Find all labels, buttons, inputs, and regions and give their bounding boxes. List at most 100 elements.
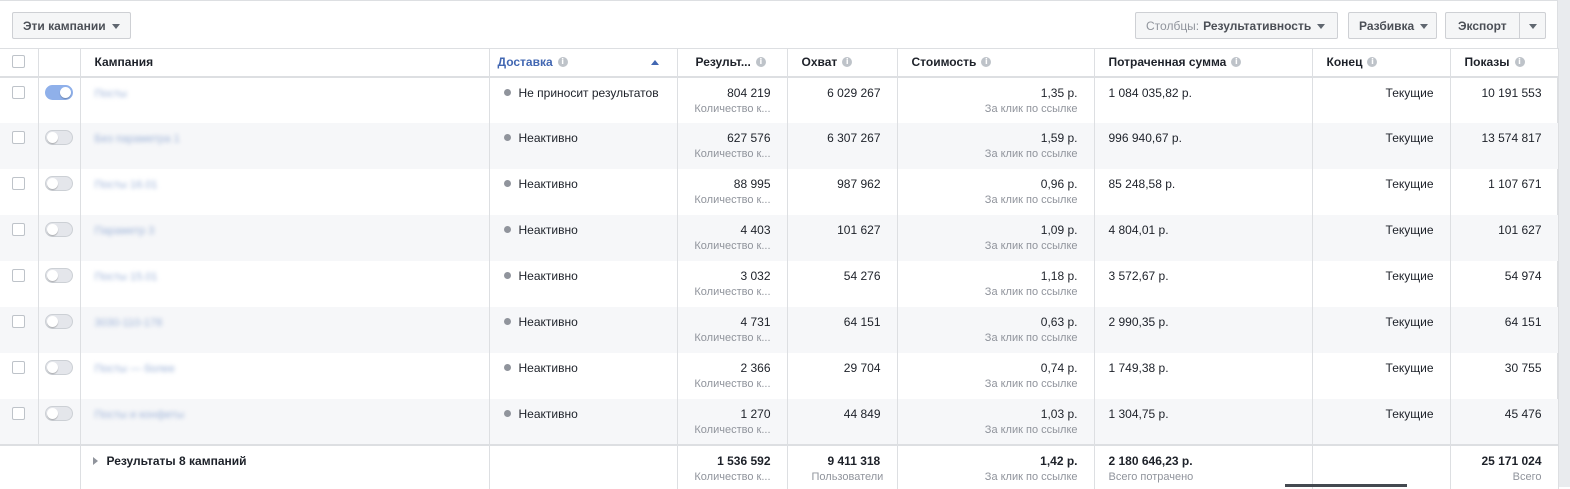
info-icon[interactable]: i	[842, 57, 853, 67]
column-header-label: Доставка	[497, 55, 553, 69]
row-select-cell	[0, 76, 39, 123]
results-cell: 2 366 Количество к...	[677, 352, 788, 399]
end-cell: Текущие	[1312, 122, 1451, 169]
results-sub: Количество к...	[694, 377, 771, 390]
end-cell: Текущие	[1312, 168, 1451, 215]
campaign-name-cell[interactable]: Параметр 3	[80, 214, 490, 261]
campaign-toggle[interactable]	[45, 84, 73, 100]
row-checkbox[interactable]	[12, 268, 26, 282]
row-checkbox[interactable]	[12, 130, 26, 144]
campaign-toggle[interactable]	[45, 313, 73, 329]
column-header-label: Конец	[1326, 55, 1363, 69]
row-checkbox[interactable]	[12, 406, 26, 420]
table-row[interactable]: Посты и конфеты Неактивно 1 270 Количество …	[0, 398, 1559, 445]
column-header-reach[interactable]: Охват i	[787, 48, 898, 78]
spent-value: 1 084 035,82 р.	[1108, 85, 1192, 100]
campaign-toggle[interactable]	[45, 359, 73, 375]
column-header-spent[interactable]: Потраченная сумма i	[1094, 48, 1313, 78]
expand-triangle-icon[interactable]	[92, 456, 98, 465]
end-value: Текущие	[1385, 85, 1434, 100]
sort-ascending-icon[interactable]	[650, 59, 659, 65]
info-icon[interactable]: i	[1367, 57, 1378, 67]
row-toggle-cell	[38, 398, 81, 445]
campaign-name-link[interactable]: 3030-110-178	[95, 317, 163, 329]
campaign-name-link[interactable]: Параметр 3	[95, 225, 155, 237]
campaign-name-link[interactable]: Посты — более	[95, 363, 175, 375]
table-row[interactable]: Посты 16.01 Неактивно 88 995 Количество к..…	[0, 168, 1559, 215]
column-header-end[interactable]: Конец i	[1312, 48, 1451, 78]
table-row[interactable]: Посты 15.01 Неактивно 3 032 Количество к...…	[0, 260, 1559, 307]
campaign-name-link[interactable]: Без параметра 1	[95, 133, 180, 145]
totals-impressions-cell: 25 171 024 Всего	[1450, 443, 1559, 489]
row-checkbox[interactable]	[12, 85, 26, 99]
delivery-status: Неактивно	[518, 406, 578, 421]
row-checkbox[interactable]	[12, 360, 26, 374]
results-sub: Количество к...	[694, 423, 771, 436]
column-header-campaign[interactable]: Кампания	[80, 48, 490, 78]
campaign-name-cell[interactable]: Посты	[80, 76, 490, 123]
toggle-knob	[60, 86, 71, 98]
campaign-name-cell[interactable]: Посты и конфеты	[80, 398, 490, 445]
info-icon[interactable]: i	[981, 57, 992, 67]
reach-value: 101 627	[837, 222, 881, 237]
results-value: 2 366	[740, 360, 771, 375]
cost-value: 1,03 р.	[1040, 406, 1078, 421]
cost-value: 1,35 р.	[1040, 85, 1078, 100]
results-value: 804 219	[727, 85, 771, 100]
campaign-name-link[interactable]: Посты 16.01	[95, 179, 158, 191]
reach-value: 6 307 267	[827, 130, 881, 145]
scroll-gutter	[1558, 0, 1570, 487]
info-icon[interactable]: i	[1231, 57, 1242, 67]
column-header-delivery[interactable]: Доставка i	[489, 48, 678, 78]
info-icon[interactable]: i	[557, 57, 568, 67]
campaign-toggle[interactable]	[45, 129, 73, 145]
totals-row: Результаты 8 кампаний 1 536 592 Количеств…	[0, 443, 1559, 489]
select-all-checkbox[interactable]	[12, 55, 26, 68]
row-checkbox[interactable]	[12, 176, 26, 190]
campaigns-filter-button[interactable]: Эти кампании	[12, 12, 131, 39]
table-row[interactable]: 3030-110-178 Неактивно 4 731 Количество к..…	[0, 306, 1559, 353]
delivery-cell: Неактивно	[489, 168, 678, 215]
reach-value: 6 029 267	[827, 85, 881, 100]
row-checkbox[interactable]	[12, 314, 26, 328]
reach-cell: 6 307 267	[787, 122, 898, 169]
campaign-name-link[interactable]: Посты 15.01	[95, 271, 158, 283]
column-header-cost[interactable]: Стоимость i	[897, 48, 1095, 78]
campaign-toggle[interactable]	[45, 267, 73, 283]
totals-label-cell[interactable]: Результаты 8 кампаний	[80, 443, 490, 489]
campaign-toggle[interactable]	[45, 175, 73, 191]
campaign-name-cell[interactable]: Без параметра 1	[80, 122, 490, 169]
campaign-toggle[interactable]	[45, 221, 73, 237]
impressions-value: 54 974	[1504, 268, 1542, 283]
table-row[interactable]: Посты Не приносит результатов 804 219 Колич…	[0, 76, 1559, 123]
campaign-name-cell[interactable]: 3030-110-178	[80, 306, 490, 353]
info-icon[interactable]: i	[1514, 57, 1525, 67]
campaign-name-link[interactable]: Посты	[95, 88, 127, 100]
columns-value: Результативность	[1203, 18, 1312, 33]
cost-sub: За клик по ссылке	[984, 102, 1078, 115]
delivery-cell: Неактивно	[489, 398, 678, 445]
breakdown-button[interactable]: Разбивка	[1348, 12, 1437, 39]
export-menu-toggle[interactable]	[1518, 13, 1537, 38]
campaign-name-cell[interactable]: Посты 16.01	[80, 168, 490, 215]
table-row[interactable]: Посты — более Неактивно 2 366 Количество к.…	[0, 352, 1559, 399]
totals-results-sub: Количество к...	[694, 470, 771, 483]
row-checkbox[interactable]	[12, 222, 26, 236]
toggle-knob	[47, 177, 58, 189]
chevron-down-icon	[1317, 23, 1326, 29]
columns-button[interactable]: Столбцы: Результативность	[1135, 12, 1338, 39]
info-icon[interactable]: i	[755, 57, 766, 67]
results-value: 3 032	[740, 268, 771, 283]
breakdown-label: Разбивка	[1359, 18, 1415, 33]
column-header-impressions[interactable]: Показы i	[1450, 48, 1559, 78]
campaign-name-link[interactable]: Посты и конфеты	[95, 409, 185, 421]
table-row[interactable]: Без параметра 1 Неактивно 627 576 Количеств…	[0, 122, 1559, 169]
column-header-results[interactable]: Результ... i	[677, 48, 788, 78]
campaign-name-cell[interactable]: Посты — более	[80, 352, 490, 399]
export-button[interactable]: Экспорт	[1445, 12, 1546, 39]
results-sub: Количество к...	[694, 147, 771, 160]
campaign-toggle[interactable]	[45, 405, 73, 421]
table-row[interactable]: Параметр 3 Неактивно 4 403 Количество к... 1…	[0, 214, 1559, 261]
campaign-name-cell[interactable]: Посты 15.01	[80, 260, 490, 307]
toggle-knob	[47, 269, 58, 281]
